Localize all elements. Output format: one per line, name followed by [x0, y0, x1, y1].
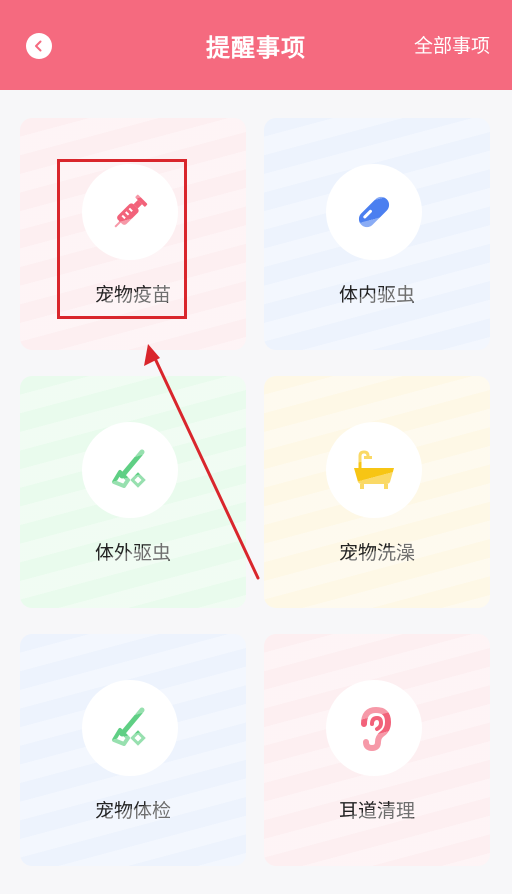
card-ear-cleaning[interactable]: 耳道清理 [264, 634, 490, 866]
back-button[interactable] [26, 33, 52, 59]
card-pet-checkup[interactable]: 宠物体检 [20, 634, 246, 866]
bathtub-icon [354, 450, 394, 489]
icon-circle [326, 422, 422, 518]
pill-capsule-icon [358, 196, 390, 228]
card-label: 耳道清理 [338, 800, 415, 822]
card-pet-vaccine[interactable]: 宠物疫苗 [20, 118, 246, 350]
header-bar: 提醒事项 全部事项 [0, 0, 512, 90]
syringe-icon [114, 194, 148, 228]
card-label: 体内驱虫 [338, 284, 415, 306]
flea-comb-icon [112, 707, 146, 746]
card-external-deworming[interactable]: 体外驱虫 [20, 376, 246, 608]
ear-icon [361, 706, 392, 752]
card-label: 宠物疫苗 [94, 284, 171, 306]
card-pet-bath[interactable]: 宠物洗澡 [264, 376, 490, 608]
card-label: 宠物体检 [94, 800, 171, 822]
card-label: 体外驱虫 [94, 542, 171, 564]
chevron-left-icon [35, 40, 42, 52]
page-title: 提醒事项 [206, 33, 306, 62]
icon-circle [326, 164, 422, 260]
all-items-link[interactable]: 全部事项 [414, 31, 490, 58]
flea-comb-icon [112, 449, 146, 488]
icon-circle [82, 422, 178, 518]
icon-circle [82, 164, 178, 260]
card-label: 宠物洗澡 [338, 542, 415, 564]
icon-circle [326, 680, 422, 776]
icon-circle [82, 680, 178, 776]
card-internal-deworming[interactable]: 体内驱虫 [264, 118, 490, 350]
